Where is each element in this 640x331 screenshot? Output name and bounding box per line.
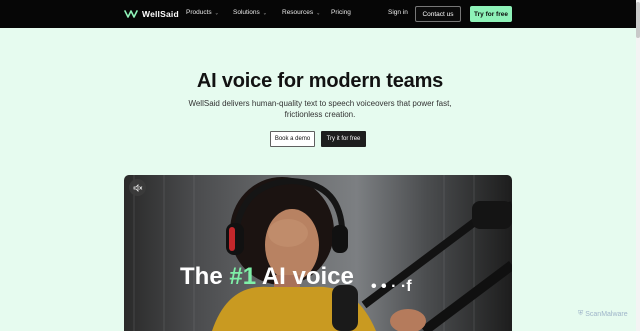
nav-pricing-label: Pricing (331, 9, 351, 16)
nav-resources[interactable]: Resources ⌄ (282, 9, 320, 16)
try-for-free-button[interactable]: Try for free (470, 6, 512, 22)
mute-button[interactable] (129, 179, 146, 196)
scanmalware-watermark: ⛨ ScanMalware (578, 310, 628, 318)
video-trailing-text: • • · ·f (371, 278, 412, 295)
video-scene (133, 175, 512, 331)
video-headline: The #1 AI voice (180, 263, 354, 291)
chevron-down-icon: ⌄ (214, 10, 219, 16)
chevron-down-icon: ⌄ (316, 10, 321, 16)
book-demo-button[interactable]: Book a demo (270, 131, 315, 147)
nav-resources-label: Resources (282, 9, 314, 16)
wellsaid-logo[interactable]: WellSaid (124, 8, 179, 20)
shield-icon: ⛨ (578, 310, 584, 317)
hero-video[interactable]: The #1 AI voice • • · ·f (124, 175, 512, 331)
video-headline-number: #1 (229, 263, 257, 290)
top-navigation: WellSaid Products ⌄ Solutions ⌄ Resource… (0, 0, 640, 28)
nav-products-label: Products (186, 9, 212, 16)
brand-name: WellSaid (142, 9, 179, 19)
hero-subtitle: WellSaid delivers human-quality text to … (188, 99, 452, 119)
video-headline-suffix: AI voice (256, 263, 354, 290)
wellsaid-logo-icon (124, 10, 138, 18)
sign-in-link[interactable]: Sign in (388, 9, 408, 16)
contact-us-button[interactable]: Contact us (415, 6, 461, 22)
video-headline-prefix: The (180, 263, 230, 290)
nav-solutions-label: Solutions (233, 9, 260, 16)
try-it-free-button[interactable]: Try it for free (321, 131, 366, 147)
nav-solutions[interactable]: Solutions ⌄ (233, 9, 267, 16)
nav-products[interactable]: Products ⌄ (186, 9, 219, 16)
scrollbar-thumb[interactable] (636, 2, 640, 38)
scrollbar[interactable] (636, 0, 640, 331)
watermark-text: ScanMalware (585, 310, 628, 318)
hero-title: AI voice for modern teams (196, 70, 444, 92)
chevron-down-icon: ⌄ (262, 10, 267, 16)
speaker-muted-icon (133, 183, 142, 192)
nav-pricing[interactable]: Pricing (331, 9, 351, 16)
